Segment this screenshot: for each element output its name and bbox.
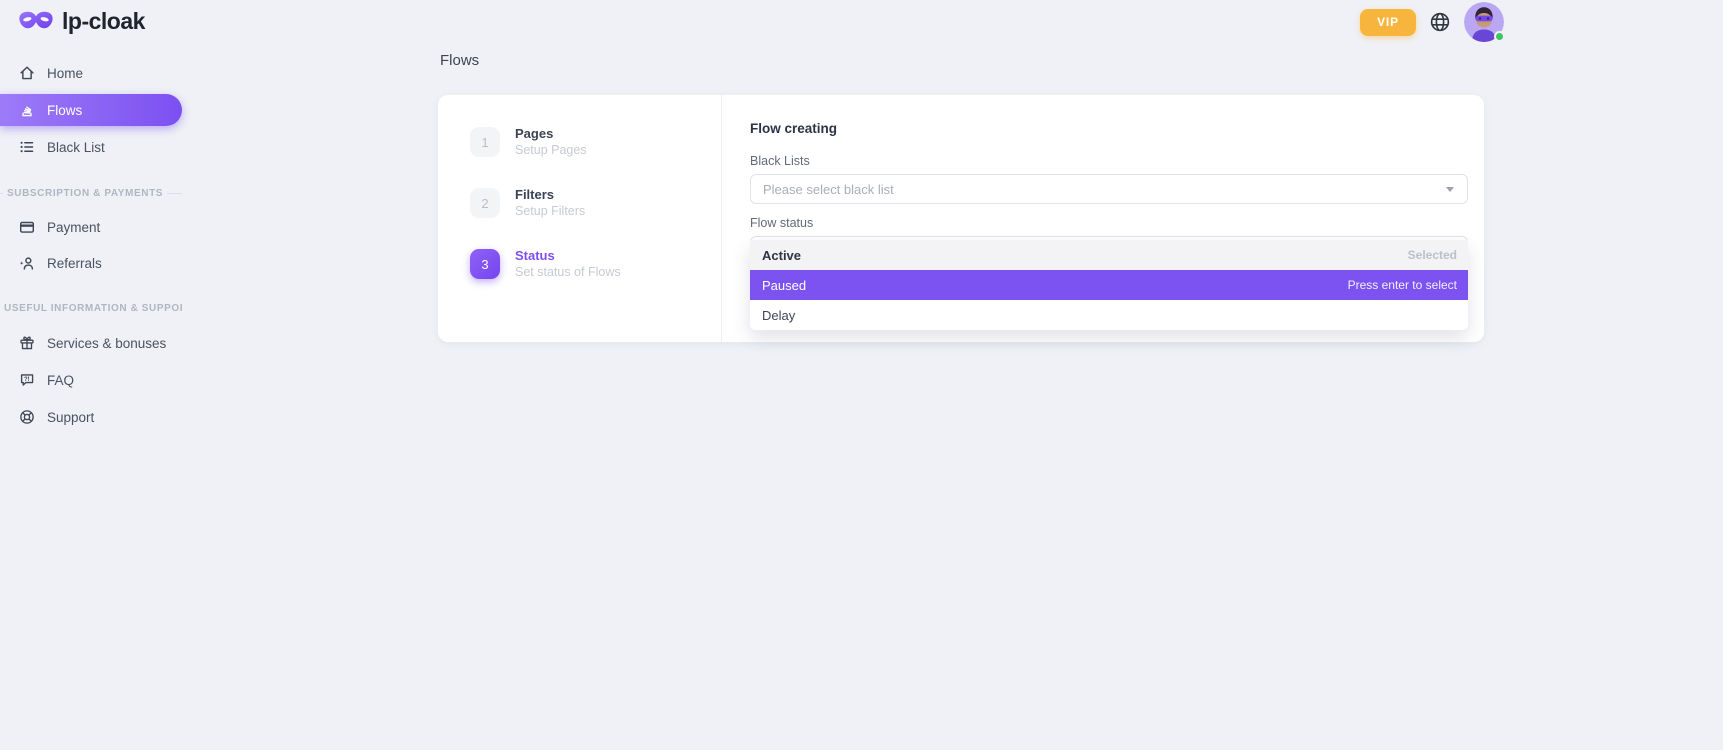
sidebar-item-label: Services & bonuses [47, 336, 166, 351]
credit-card-icon [18, 218, 36, 236]
list-icon [18, 138, 36, 156]
option-label: Active [762, 248, 801, 263]
step-title: Pages [515, 126, 587, 141]
sidebar-item-label: FAQ [47, 373, 74, 388]
black-lists-label: Black Lists [750, 154, 1468, 168]
flow-stepper: 1 Pages Setup Pages 2 Filters Setup Filt… [438, 95, 722, 342]
sidebar-section-useful-info: USEFUL INFORMATION & SUPPORT [0, 300, 182, 316]
sidebar-item-payment[interactable]: Payment [0, 212, 182, 242]
svg-text:?!: ?! [24, 377, 30, 383]
option-delay[interactable]: Delay [750, 300, 1468, 330]
step-subtitle: Setup Pages [515, 143, 587, 157]
sidebar-item-label: Black List [47, 140, 105, 155]
step-number-badge: 3 [470, 249, 500, 279]
step-filters[interactable]: 2 Filters Setup Filters [470, 188, 721, 218]
sidebar-item-black-list[interactable]: Black List [0, 132, 182, 162]
flow-status-dropdown: Active Selected Paused Press enter to se… [750, 240, 1468, 330]
step-number-badge: 2 [470, 188, 500, 218]
sidebar-item-home[interactable]: Home [0, 58, 182, 88]
home-icon [18, 64, 36, 82]
option-label: Delay [762, 308, 795, 323]
online-status-dot [1494, 31, 1505, 42]
step-number-badge: 1 [470, 127, 500, 157]
black-lists-placeholder: Please select black list [763, 182, 894, 197]
sidebar-item-label: Home [47, 66, 83, 81]
step-subtitle: Setup Filters [515, 204, 585, 218]
flow-status-label: Flow status [750, 216, 1468, 230]
option-hint: Press enter to select [1348, 278, 1457, 292]
step-subtitle: Set status of Flows [515, 265, 621, 279]
life-buoy-icon [18, 408, 36, 426]
sidebar-item-label: Support [47, 410, 94, 425]
brand-logo[interactable]: lp-cloak [18, 8, 145, 35]
gift-icon [18, 334, 36, 352]
app-root: lp-cloak VIP [0, 0, 1723, 750]
language-globe-icon[interactable] [1429, 11, 1451, 33]
option-label: Paused [762, 278, 806, 293]
vip-button[interactable]: VIP [1360, 9, 1416, 36]
sidebar-item-label: Flows [47, 103, 82, 118]
option-hint: Selected [1408, 248, 1457, 262]
flows-stack-icon [18, 101, 36, 119]
flow-card: 1 Pages Setup Pages 2 Filters Setup Filt… [438, 95, 1484, 342]
referral-user-icon [18, 254, 36, 272]
chevron-down-icon [1446, 187, 1454, 192]
flow-creating-panel: Flow creating Black Lists Please select … [722, 95, 1484, 342]
sidebar-item-referrals[interactable]: Referrals [0, 248, 182, 278]
sidebar: Home Flows Black List SUBSCRIPTION & [0, 58, 182, 432]
black-lists-select[interactable]: Please select black list [750, 174, 1468, 204]
page-title: Flows [440, 52, 479, 69]
sidebar-item-label: Referrals [47, 256, 102, 271]
step-pages[interactable]: 1 Pages Setup Pages [470, 127, 721, 157]
header-actions: VIP [1360, 0, 1504, 44]
option-paused[interactable]: Paused Press enter to select [750, 270, 1468, 300]
sidebar-item-label: Payment [47, 220, 100, 235]
user-avatar[interactable] [1464, 2, 1504, 42]
step-status[interactable]: 3 Status Set status of Flows [470, 249, 721, 279]
sidebar-item-faq[interactable]: ?! FAQ [0, 365, 182, 395]
sidebar-item-services[interactable]: Services & bonuses [0, 328, 182, 358]
brand-name: lp-cloak [62, 8, 145, 35]
sidebar-section-subscription: SUBSCRIPTION & PAYMENTS [0, 185, 182, 201]
step-title: Status [515, 248, 621, 263]
sidebar-item-flows[interactable]: Flows [0, 94, 182, 126]
sidebar-item-support[interactable]: Support [0, 402, 182, 432]
step-title: Filters [515, 187, 585, 202]
faq-chat-icon: ?! [18, 371, 36, 389]
panel-title: Flow creating [750, 121, 1468, 136]
mask-logo-icon [18, 10, 54, 33]
option-active[interactable]: Active Selected [750, 240, 1468, 270]
